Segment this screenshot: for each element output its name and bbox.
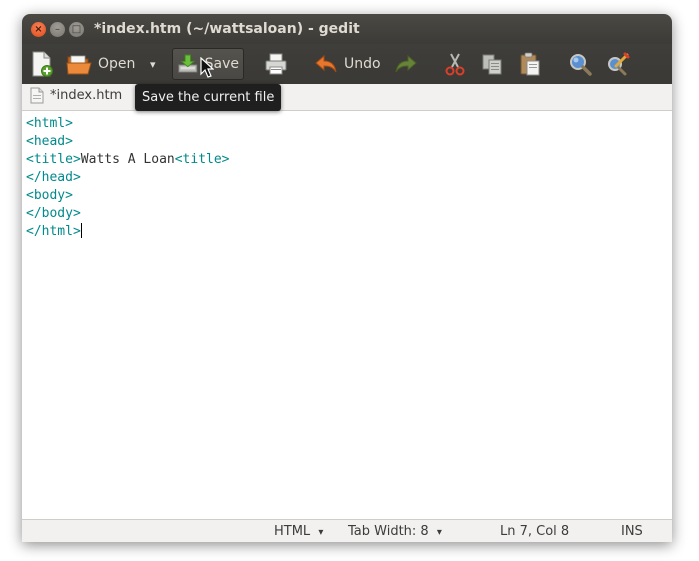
code-line: </html> (26, 223, 82, 241)
redo-button[interactable] (394, 48, 418, 80)
language-label: HTML (274, 524, 311, 539)
html-tag: <title> (26, 152, 81, 167)
tab-width-label: Tab Width: 8 (348, 524, 429, 539)
chevron-down-icon: ▾ (318, 527, 324, 538)
folder-open-icon (66, 55, 92, 75)
gedit-window: × – □ *index.htm (~/wattsaloan) - gedit … (22, 14, 672, 542)
new-document-icon (32, 51, 53, 77)
html-tag: <body> (26, 188, 73, 203)
scissors-icon (445, 53, 465, 76)
find-replace-icon (608, 52, 630, 76)
clipboard-paste-icon (520, 52, 540, 76)
code-line: <head> (26, 133, 73, 151)
open-button[interactable]: Open (66, 48, 135, 80)
code-line: <title>Watts A Loan<title> (26, 151, 230, 169)
print-button[interactable] (264, 48, 288, 80)
minimize-window-button[interactable]: – (50, 22, 65, 37)
printer-icon (265, 53, 287, 75)
open-label: Open (98, 56, 136, 72)
mouse-pointer-icon (200, 57, 214, 78)
html-tag: </body> (26, 206, 81, 221)
undo-label: Undo (344, 56, 381, 72)
save-download-icon (178, 54, 198, 73)
document-tab-bar: *index.htm (22, 84, 672, 111)
open-recent-dropdown[interactable]: ▾ (150, 48, 156, 80)
insert-mode: INS (621, 524, 643, 539)
tab-label: *index.htm (50, 88, 123, 103)
new-button[interactable] (30, 48, 54, 80)
text-content: Watts A Loan (80, 152, 175, 167)
text-caret (80, 223, 82, 238)
html-tag: <head> (26, 134, 73, 149)
html-tag: </html> (26, 224, 81, 239)
html-tag: <html> (26, 116, 73, 131)
status-bar: HTML ▾ Tab Width: 8 ▾ Ln 7, Col 8 INS (22, 519, 672, 542)
code-line: <body> (26, 187, 73, 205)
code-line: </body> (26, 205, 81, 223)
save-tooltip: Save the current file (135, 84, 282, 111)
undo-arrow-icon (315, 54, 337, 73)
html-tag: </head> (26, 170, 81, 185)
paste-button[interactable] (518, 48, 542, 80)
language-selector[interactable]: HTML ▾ (274, 524, 323, 539)
tab-index-htm[interactable]: *index.htm (30, 87, 122, 104)
text-document-icon (30, 87, 44, 104)
copy-button[interactable] (480, 48, 504, 80)
find-button[interactable] (568, 48, 592, 80)
redo-arrow-icon (395, 54, 417, 73)
toolbar: Open ▾ Save Undo (22, 44, 672, 84)
code-line: </head> (26, 169, 81, 187)
tab-width-selector[interactable]: Tab Width: 8 ▾ (348, 524, 442, 539)
cut-button[interactable] (444, 48, 466, 80)
undo-button[interactable]: Undo (314, 48, 381, 80)
chevron-down-icon: ▾ (150, 57, 156, 71)
search-icon (570, 54, 592, 76)
code-line: <html> (26, 115, 73, 133)
title-bar[interactable]: × – □ *index.htm (~/wattsaloan) - gedit (22, 14, 672, 44)
chevron-down-icon: ▾ (436, 527, 442, 538)
html-tag: <title> (174, 152, 230, 167)
close-window-button[interactable]: × (31, 22, 46, 37)
cursor-position: Ln 7, Col 8 (500, 524, 570, 539)
find-replace-button[interactable] (606, 48, 630, 80)
maximize-window-button[interactable]: □ (69, 22, 84, 37)
copy-icon (482, 54, 502, 75)
window-title: *index.htm (~/wattsaloan) - gedit (94, 21, 360, 37)
text-editor-area[interactable]: <html> <head> <title>Watts A Loan<title>… (22, 111, 672, 518)
